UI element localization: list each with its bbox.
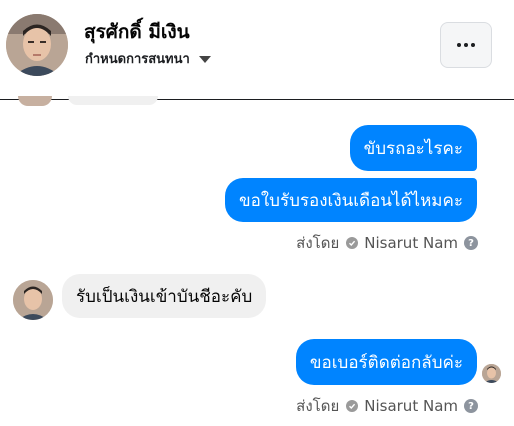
help-icon[interactable]: ? (464, 236, 478, 250)
check-circle-icon (346, 237, 359, 249)
more-horizontal-icon (457, 43, 461, 47)
sender-name: Nisarut Nam (364, 397, 458, 415)
previous-avatar-partial (18, 96, 52, 106)
contact-name[interactable]: สุรศักดิ์ มีเงิน (84, 17, 190, 47)
sender-name: Nisarut Nam (364, 234, 458, 252)
check-circle-icon (346, 400, 359, 412)
sent-by-row: ส่งโดย Nisarut Nam ? (296, 231, 478, 255)
contact-avatar-small[interactable] (13, 280, 53, 320)
sent-by-row: ส่งโดย Nisarut Nam ? (296, 394, 478, 418)
sent-by-label: ส่งโดย (296, 397, 340, 415)
contact-avatar[interactable] (6, 14, 68, 76)
help-icon[interactable]: ? (464, 399, 478, 413)
conversation-header: สุรศักดิ์ มีเงิน กำหนดการสนทนา (0, 0, 514, 100)
caret-down-icon (198, 56, 211, 63)
previous-message-partial (68, 96, 158, 105)
conversation-settings-dropdown[interactable]: กำหนดการสนทนา (85, 48, 211, 69)
more-options-button[interactable] (440, 22, 492, 68)
conversation-settings-label: กำหนดการสนทนา (85, 52, 190, 67)
message-bubble-incoming[interactable]: รับเป็นเงินเข้าบันชีอะคับ (62, 274, 267, 318)
sent-by-label: ส่งโดย (296, 234, 340, 252)
message-bubble-outgoing[interactable]: ขอใบรับรองเงินเดือนได้ไหมคะ (225, 178, 477, 222)
message-bubble-outgoing[interactable]: ขอเบอร์ติดต่อกลับค่ะ (295, 339, 477, 385)
read-receipt-avatar (482, 364, 501, 383)
message-bubble-outgoing[interactable]: ขับรถอะไรคะ (349, 125, 477, 171)
